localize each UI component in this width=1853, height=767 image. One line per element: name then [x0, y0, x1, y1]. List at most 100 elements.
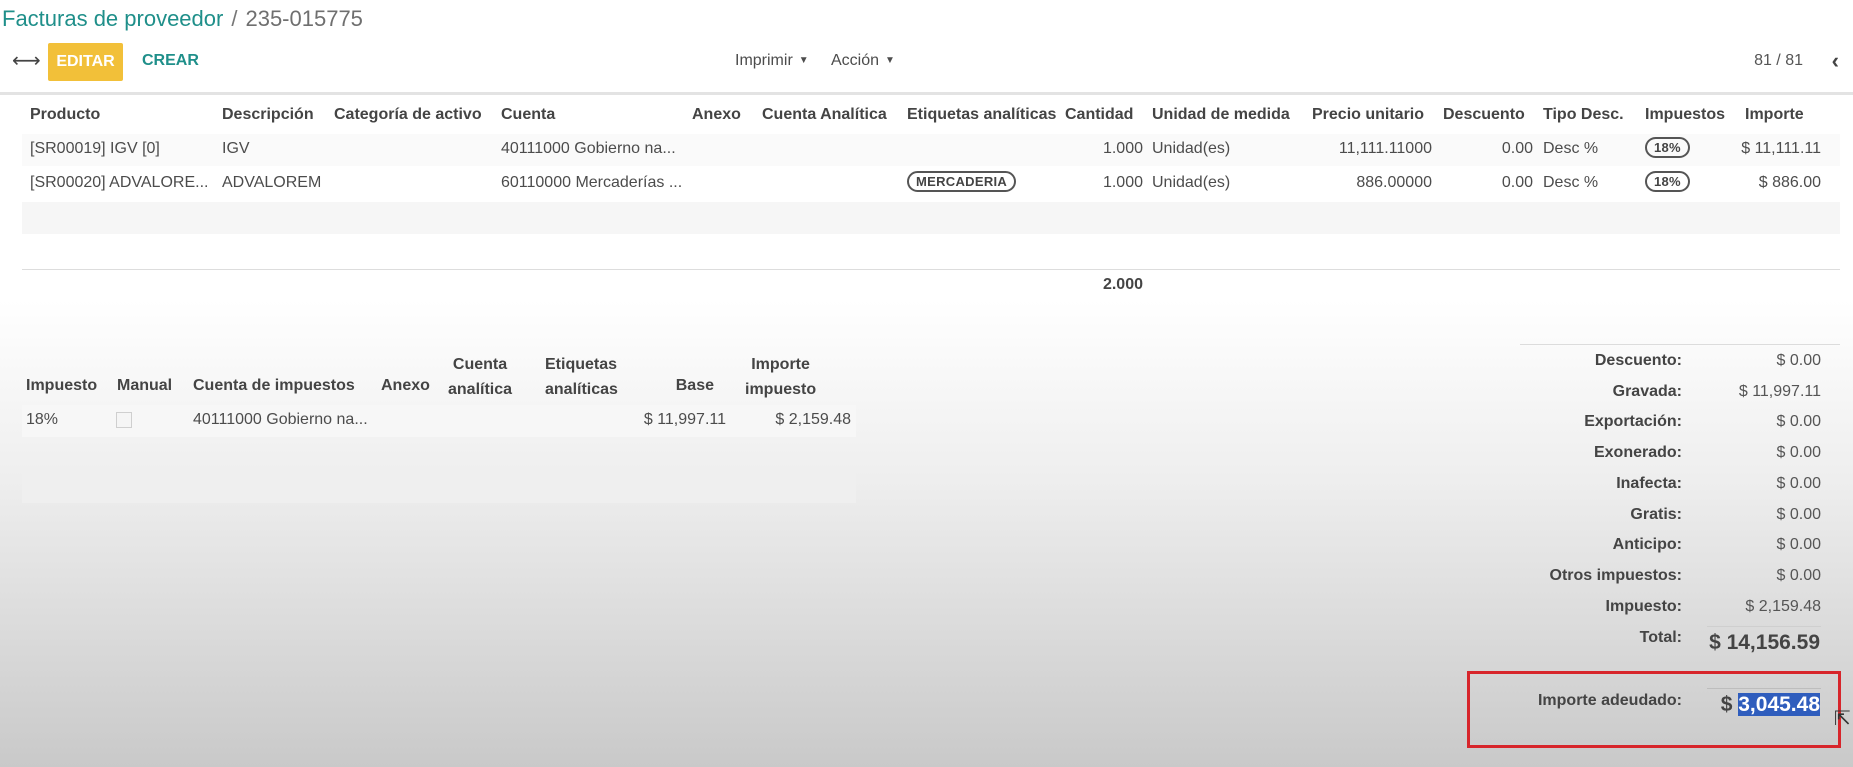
analytic-tag-badge: MERCADERIA	[907, 171, 1017, 192]
tax-cell-impuesto: 18%	[26, 411, 59, 428]
tax-col-manual[interactable]: Manual	[117, 377, 172, 395]
breadcrumb: Facturas de proveedor / 235-015775	[2, 6, 363, 32]
totals-value: $ 0.00	[1776, 413, 1821, 430]
col-header-cuenta[interactable]: Cuenta	[501, 106, 555, 124]
totals-label: Descuento:	[1594, 352, 1682, 369]
cell-tipo-desc: Desc %	[1543, 140, 1599, 157]
tax-col-impuesto[interactable]: Impuesto	[26, 377, 97, 395]
manual-checkbox[interactable]	[116, 412, 132, 428]
breadcrumb-parent-link[interactable]: Facturas de proveedor	[2, 6, 223, 31]
cell-precio: 11,111.11000	[1338, 140, 1432, 157]
totals-label: Otros impuestos:	[1549, 567, 1682, 584]
action-dropdown[interactable]: Acción ▼	[831, 52, 895, 70]
totals-value: $ 0.00	[1776, 352, 1821, 369]
col-header-etiquetas[interactable]: Etiquetas analíticas	[907, 106, 1056, 124]
pager-counter[interactable]: 81 / 81	[1754, 52, 1803, 70]
grand-total-label: Total:	[1639, 629, 1682, 646]
tax-col-importe[interactable]: Importe impuesto	[745, 352, 816, 402]
create-button[interactable]: CREAR	[142, 52, 199, 70]
amount-due-amount-selected[interactable]: 3,045.48	[1738, 693, 1820, 716]
cell-descripcion: ADVALOREM	[222, 174, 322, 191]
tax-cell-base: $ 11,997.11	[643, 411, 726, 428]
tax-badge: 18%	[1645, 137, 1690, 158]
caret-down-icon: ▼	[798, 55, 809, 66]
totals-label: Anticipo:	[1612, 536, 1682, 553]
col-header-categoria[interactable]: Categoría de activo	[334, 106, 482, 124]
col-header-importe[interactable]: Importe	[1745, 106, 1804, 124]
cell-descuento: 0.00	[1501, 174, 1533, 191]
totals-value: $ 0.00	[1776, 475, 1821, 492]
cell-tipo-desc: Desc %	[1543, 174, 1599, 191]
col-header-impuestos[interactable]: Impuestos	[1645, 106, 1725, 124]
col-header-unidad[interactable]: Unidad de medida	[1152, 106, 1290, 124]
totals-value: $ 0.00	[1776, 567, 1821, 584]
grand-total-value: $ 14,156.59	[1709, 631, 1820, 654]
cell-unidad: Unidad(es)	[1152, 174, 1231, 191]
tax-cell-importe: $ 2,159.48	[775, 411, 851, 428]
cell-producto: [SR00019] IGV [0]	[30, 140, 160, 157]
tax-badge-label: 18%	[1645, 171, 1690, 192]
cell-precio: 886.00000	[1356, 174, 1432, 191]
print-dropdown[interactable]: Imprimir ▼	[735, 52, 809, 70]
amount-due-label: Importe adeudado:	[1537, 692, 1682, 709]
total-quantity: 2.000	[1102, 276, 1143, 293]
totals-value: $ 11,997.11	[1738, 383, 1821, 400]
expand-arrows-icon[interactable]: ⟷	[12, 48, 41, 73]
tax-col-base[interactable]: Base	[640, 377, 714, 395]
cell-cuenta: 40111000 Gobierno na...	[501, 140, 676, 157]
col-header-tipo-desc[interactable]: Tipo Desc.	[1543, 106, 1624, 124]
tax-badge-label: 18%	[1645, 137, 1690, 158]
tax-col-importe-line2: impuesto	[745, 381, 817, 398]
breadcrumb-separator: /	[231, 6, 238, 31]
totals-value: $ 2,159.48	[1745, 598, 1821, 615]
cell-cantidad: 1.000	[1102, 140, 1143, 157]
totals-label: Exportación:	[1584, 413, 1682, 430]
totals-label: Impuesto:	[1605, 598, 1682, 615]
col-header-cuenta-analitica[interactable]: Cuenta Analítica	[762, 106, 887, 124]
total-divider	[1707, 626, 1821, 627]
table-row-bg	[22, 471, 856, 503]
totals-label: Gravada:	[1612, 383, 1682, 400]
table-row-bg	[22, 202, 1840, 234]
chevron-left-icon[interactable]: ‹	[1832, 48, 1839, 74]
table-footer-divider	[22, 269, 1840, 270]
tax-col-cuenta-analitica[interactable]: Cuenta analítica	[448, 352, 512, 402]
totals-label: Inafecta:	[1616, 475, 1682, 492]
amount-due-currency: $	[1720, 693, 1733, 716]
table-row[interactable]: 18% 40111000 Gobierno na... $ 11,997.11 …	[0, 411, 860, 435]
tax-cell-cuenta: 40111000 Gobierno na...	[193, 411, 368, 428]
cell-cantidad: 1.000	[1102, 174, 1143, 191]
col-header-anexo[interactable]: Anexo	[692, 106, 741, 124]
header-divider	[0, 92, 1853, 95]
totals-value: $ 0.00	[1776, 536, 1821, 553]
tax-col-anexo[interactable]: Anexo	[381, 377, 430, 395]
col-header-descripcion[interactable]: Descripción	[222, 106, 314, 124]
col-header-cantidad[interactable]: Cantidad	[1065, 106, 1133, 124]
col-header-precio[interactable]: Precio unitario	[1312, 106, 1424, 124]
edit-button[interactable]: EDITAR	[48, 43, 123, 81]
cell-descuento: 0.00	[1501, 140, 1533, 157]
analytic-tag-label: MERCADERIA	[907, 171, 1017, 192]
cell-importe: $ 11,111.11	[1741, 140, 1821, 157]
tax-col-etiquetas-line1: Etiquetas	[545, 356, 618, 373]
tax-col-etiquetas[interactable]: Etiquetas analíticas	[545, 352, 618, 402]
cell-unidad: Unidad(es)	[1152, 140, 1231, 157]
cell-cuenta: 60110000 Mercaderías ...	[501, 174, 683, 191]
table-row[interactable]: [SR00020] ADVALORE... ADVALOREM 60110000…	[0, 171, 1853, 198]
totals-top-divider	[1520, 344, 1840, 345]
totals-label: Exonerado:	[1593, 444, 1682, 461]
tax-badge: 18%	[1645, 171, 1690, 192]
totals-value: $ 0.00	[1776, 506, 1821, 523]
tax-col-cuenta-analitica-line2: analítica	[448, 381, 513, 398]
cell-producto: [SR00020] ADVALORE...	[30, 174, 209, 191]
cell-descripcion: IGV	[222, 140, 250, 157]
totals-label: Gratis:	[1630, 506, 1682, 523]
amount-due-value[interactable]: $ 3,045.48	[1721, 693, 1820, 717]
print-dropdown-label: Imprimir	[735, 52, 793, 69]
totals-value: $ 0.00	[1776, 444, 1821, 461]
tax-col-etiquetas-line2: analíticas	[545, 381, 618, 398]
table-row[interactable]: [SR00019] IGV [0] IGV 40111000 Gobierno …	[0, 137, 1853, 164]
col-header-producto[interactable]: Producto	[30, 106, 100, 124]
col-header-descuento[interactable]: Descuento	[1443, 106, 1525, 124]
tax-col-cuenta-impuestos[interactable]: Cuenta de impuestos	[193, 377, 355, 395]
